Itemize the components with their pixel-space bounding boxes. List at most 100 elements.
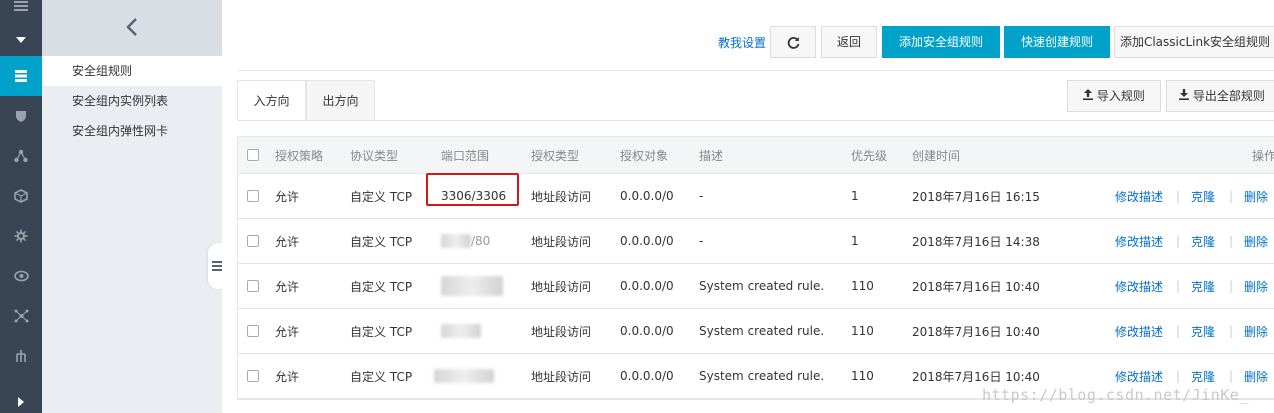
op-separator: | [1176, 189, 1181, 203]
cell-auth-object: 0.0.0.0/0 [620, 369, 674, 383]
row-checkbox[interactable] [247, 370, 259, 382]
secondary-sidebar: 安全组规则 安全组内实例列表 安全组内弹性网卡 [42, 0, 222, 413]
edit-description-link[interactable]: 修改描述 [1115, 233, 1163, 250]
cube-icon[interactable] [0, 176, 42, 216]
op-separator: | [1176, 369, 1181, 383]
add-rule-button[interactable]: 添加安全组规则 [882, 26, 1000, 58]
table-row: 允许 自定义 TCP 3306/3306 地址段访问 0.0.0.0/0 - 1… [238, 174, 1274, 219]
tab-inbound[interactable]: 入方向 [237, 80, 306, 121]
server-list-icon[interactable] [0, 56, 42, 96]
cell-description: - [699, 189, 704, 203]
shield-icon[interactable] [0, 96, 42, 136]
row-checkbox[interactable] [247, 190, 259, 202]
caret-down-icon[interactable] [0, 20, 42, 60]
import-rules-button[interactable]: 导入规则 [1067, 80, 1161, 112]
cell-priority: 110 [851, 324, 874, 338]
export-rules-button[interactable]: 导出全部规则 [1166, 80, 1274, 112]
redacted-mask [434, 369, 494, 383]
cell-policy: 允许 [275, 279, 300, 294]
help-link[interactable]: 教我设置 [718, 34, 766, 51]
subnav-item-eni[interactable]: 安全组内弹性网卡 [42, 116, 222, 146]
clone-link[interactable]: 克隆 [1191, 368, 1215, 385]
col-created: 创建时间 [912, 148, 961, 163]
row-checkbox[interactable] [247, 235, 259, 247]
cell-description: System created rule. [699, 369, 825, 383]
cell-created: 2018年7月16日 14:38 [912, 234, 1040, 249]
icon-rail [0, 0, 42, 413]
subnav-item-instances[interactable]: 安全组内实例列表 [42, 86, 222, 116]
table-header: 授权策略 协议类型 端口范围 授权类型 授权对象 描述 优先级 创建时间 操作 [238, 137, 1274, 174]
gear-icon[interactable] [0, 216, 42, 256]
clone-link[interactable]: 克隆 [1191, 233, 1215, 250]
op-separator: | [1229, 369, 1234, 383]
col-auth-object: 授权对象 [620, 148, 669, 163]
watermark: https://blog.csdn.net/JinKe_ [982, 386, 1249, 404]
cell-protocol: 自定义 TCP [350, 324, 413, 339]
clone-link[interactable]: 克隆 [1191, 188, 1215, 205]
edit-description-link[interactable]: 修改描述 [1115, 323, 1163, 340]
quick-create-button[interactable]: 快速创建规则 [1004, 26, 1110, 58]
cropped-title [254, 0, 514, 4]
clone-link[interactable]: 克隆 [1191, 278, 1215, 295]
add-classiclink-button[interactable]: 添加ClassicLink安全组规则 [1114, 26, 1274, 58]
select-all-checkbox[interactable] [247, 149, 259, 161]
network-icon[interactable] [0, 136, 42, 176]
col-operations: 操作 [1252, 148, 1274, 163]
cell-priority: 1 [851, 189, 859, 203]
cell-description: - [699, 234, 704, 248]
edit-description-link[interactable]: 修改描述 [1115, 368, 1163, 385]
cell-port-text: /80 [471, 234, 491, 248]
op-separator: | [1229, 324, 1234, 338]
cell-auth-object: 0.0.0.0/0 [620, 279, 674, 293]
chevron-right-icon[interactable] [0, 382, 42, 413]
cell-created: 2018年7月16日 16:15 [912, 189, 1040, 204]
cell-protocol: 自定义 TCP [350, 279, 413, 294]
cell-port: /80 [441, 219, 490, 263]
chevron-left-icon[interactable] [126, 17, 138, 39]
cell-description: System created rule. [699, 279, 825, 293]
cell-policy: 允许 [275, 234, 300, 249]
edit-description-link[interactable]: 修改描述 [1115, 278, 1163, 295]
refresh-button[interactable] [770, 26, 816, 58]
delete-link[interactable]: 删除 [1244, 368, 1268, 385]
delete-link[interactable]: 删除 [1244, 233, 1268, 250]
delete-link[interactable]: 删除 [1244, 323, 1268, 340]
back-header[interactable] [42, 0, 222, 56]
table-row: 允许 自定义 TCP /80 地址段访问 0.0.0.0/0 - 1 2018年… [238, 219, 1274, 264]
op-separator: | [1229, 189, 1234, 203]
cell-priority: 110 [851, 279, 874, 293]
delete-link[interactable]: 删除 [1244, 278, 1268, 295]
table-row: 允许 自定义 TCP 地址段访问 0.0.0.0/0 System create… [238, 264, 1274, 309]
cell-protocol: 自定义 TCP [350, 234, 413, 249]
clone-link[interactable]: 克隆 [1191, 323, 1215, 340]
tabs-baseline [237, 120, 1274, 121]
tab-outbound[interactable]: 出方向 [306, 80, 375, 121]
cell-auth-type: 地址段访问 [531, 279, 592, 294]
back-button[interactable]: 返回 [821, 26, 877, 58]
op-separator: | [1176, 279, 1181, 293]
delete-link[interactable]: 删除 [1244, 188, 1268, 205]
eye-icon[interactable] [0, 256, 42, 296]
op-separator: | [1229, 279, 1234, 293]
cell-priority: 1 [851, 234, 859, 248]
edit-description-link[interactable]: 修改描述 [1115, 188, 1163, 205]
row-checkbox[interactable] [247, 280, 259, 292]
subnav-item-rules[interactable]: 安全组规则 [42, 56, 222, 86]
import-label: 导入规则 [1096, 89, 1145, 103]
col-protocol: 协议类型 [350, 148, 399, 163]
col-port: 端口范围 [441, 148, 490, 163]
cell-auth-object: 0.0.0.0/0 [620, 234, 674, 248]
cell-auth-object: 0.0.0.0/0 [620, 189, 674, 203]
rules-table: 授权策略 协议类型 端口范围 授权类型 授权对象 描述 优先级 创建时间 操作 … [237, 136, 1274, 400]
cell-protocol: 自定义 TCP [350, 369, 413, 384]
col-description: 描述 [699, 148, 724, 163]
row-checkbox[interactable] [247, 325, 259, 337]
topology-icon[interactable] [0, 296, 42, 336]
col-auth-type: 授权类型 [531, 148, 580, 163]
download-icon [1179, 89, 1193, 103]
cell-port [441, 264, 503, 308]
cell-policy: 允许 [275, 369, 300, 384]
tree-icon[interactable] [0, 336, 42, 376]
cell-priority: 110 [851, 369, 874, 383]
table-row: 允许 自定义 TCP 地址段访问 0.0.0.0/0 System create… [238, 309, 1274, 354]
